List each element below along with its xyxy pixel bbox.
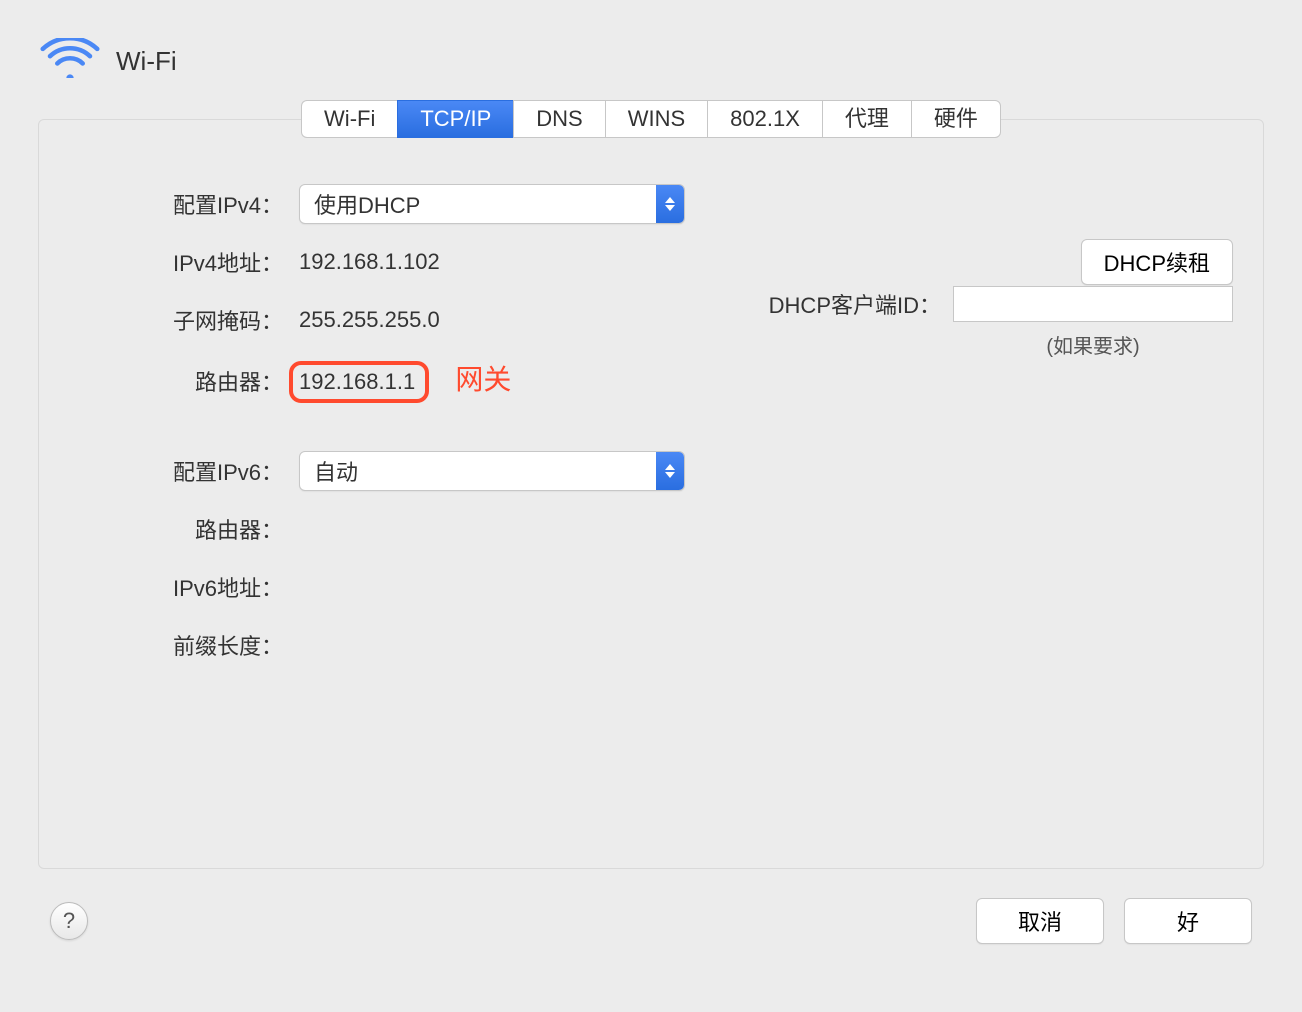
ipv6-config-value: 自动 <box>314 455 358 487</box>
dhcp-client-id-label: DHCP客户端ID： <box>769 288 941 320</box>
gateway-annotation-text: 网关 <box>455 364 511 395</box>
dhcp-client-id-hint: (如果要求) <box>953 330 1233 359</box>
tab-wifi[interactable]: Wi-Fi <box>301 100 397 138</box>
chevron-updown-icon <box>656 185 684 223</box>
page-title: Wi-Fi <box>116 46 177 77</box>
wifi-icon <box>40 38 100 84</box>
question-icon: ? <box>63 908 75 934</box>
ipv4-config-select[interactable]: 使用DHCP <box>299 184 685 224</box>
cancel-button[interactable]: 取消 <box>976 898 1104 944</box>
ok-button[interactable]: 好 <box>1124 898 1252 944</box>
footer-bar: ? 取消 好 <box>0 898 1302 944</box>
subnet-mask-label: 子网掩码： <box>69 304 299 336</box>
router-highlight-annotation: 192.168.1.1 <box>289 361 429 403</box>
tab-proxy[interactable]: 代理 <box>822 100 911 138</box>
ipv4-router-label: 路由器： <box>69 365 299 397</box>
help-button[interactable]: ? <box>50 902 88 940</box>
dhcp-renew-button[interactable]: DHCP续租 <box>1081 239 1233 285</box>
tabs-bar: Wi-Fi TCP/IP DNS WINS 802.1X 代理 硬件 <box>0 100 1302 138</box>
ipv6-address-label: IPv6地址： <box>69 571 299 603</box>
tab-wins[interactable]: WINS <box>605 100 707 138</box>
dhcp-client-id-input[interactable] <box>953 286 1233 322</box>
chevron-updown-icon <box>656 452 684 490</box>
ipv4-config-value: 使用DHCP <box>314 188 420 220</box>
settings-panel: 配置IPv4： 使用DHCP IPv4地址： 192.168.1.102 DHC… <box>38 119 1264 869</box>
ipv4-address-label: IPv4地址： <box>69 246 299 278</box>
subnet-mask-value: 255.255.255.0 <box>299 307 440 333</box>
ipv6-config-label: 配置IPv6： <box>69 455 299 487</box>
ipv4-config-label: 配置IPv4： <box>69 188 299 220</box>
ipv6-config-select[interactable]: 自动 <box>299 451 685 491</box>
tab-hardware[interactable]: 硬件 <box>911 100 1001 138</box>
ipv6-prefix-label: 前缀长度： <box>69 629 299 661</box>
window-header: Wi-Fi <box>0 0 1302 100</box>
dhcp-client-id-row: DHCP客户端ID： <box>769 286 1233 322</box>
tab-tcpip[interactable]: TCP/IP <box>397 100 513 138</box>
ipv6-router-label: 路由器： <box>69 513 299 545</box>
ipv4-address-value: 192.168.1.102 <box>299 249 440 275</box>
tab-dns[interactable]: DNS <box>513 100 604 138</box>
tab-8021x[interactable]: 802.1X <box>707 100 822 138</box>
ipv4-router-value: 192.168.1.1 <box>299 369 415 394</box>
